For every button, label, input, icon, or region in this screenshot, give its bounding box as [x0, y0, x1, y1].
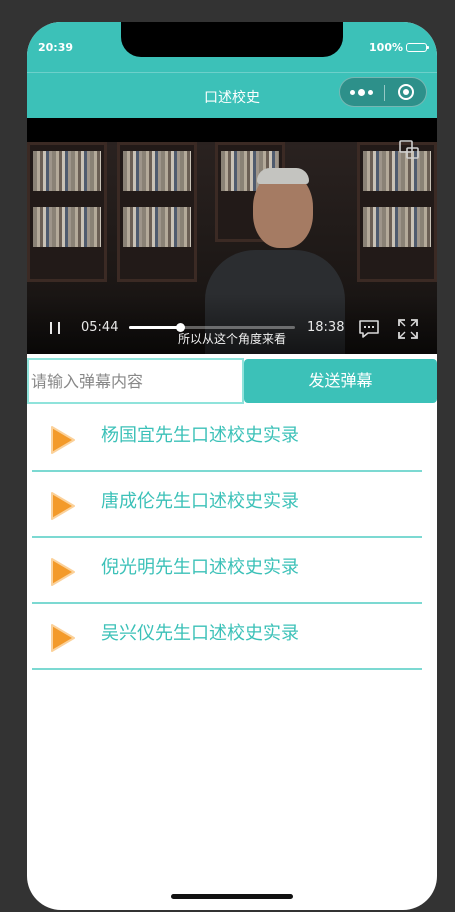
nav-divider	[27, 72, 437, 73]
status-battery: 100%	[369, 41, 429, 54]
play-icon	[51, 624, 75, 652]
phone-screen: 20:39 100% 口述校史 05:44 18:38 所以从这个角度来看 请输…	[27, 22, 437, 910]
notch	[121, 22, 343, 57]
speaker-hair	[257, 168, 309, 184]
top-bar: 20:39 100% 口述校史	[27, 22, 437, 118]
status-time: 20:39	[38, 41, 74, 54]
list-item[interactable]: 倪光明先生口述校史实录	[32, 538, 422, 604]
list-item-title: 唐成伦先生口述校史实录	[101, 491, 299, 512]
list-item-title: 倪光明先生口述校史实录	[101, 557, 299, 578]
bookshelf	[27, 142, 107, 282]
play-icon	[51, 558, 75, 586]
bookshelf	[357, 142, 437, 282]
progress-fill	[129, 326, 181, 329]
home-indicator	[171, 894, 293, 899]
capsule-separator	[384, 85, 385, 101]
play-icon	[51, 426, 75, 454]
list-item[interactable]: 杨国宜先生口述校史实录	[32, 406, 422, 472]
list-item-title: 吴兴仪先生口述校史实录	[101, 623, 299, 644]
bookshelf	[117, 142, 197, 282]
video-list: 杨国宜先生口述校史实录 唐成伦先生口述校史实录 倪光明先生口述校史实录 吴兴仪先…	[32, 406, 422, 670]
picture-in-picture-icon[interactable]	[399, 140, 419, 160]
video-player[interactable]: 05:44 18:38 所以从这个角度来看	[27, 118, 437, 354]
list-item[interactable]: 吴兴仪先生口述校史实录	[32, 604, 422, 670]
progress-slider[interactable]	[129, 323, 295, 332]
battery-percent: 100%	[369, 41, 403, 54]
more-dots-icon[interactable]	[350, 87, 376, 97]
list-item-title: 杨国宜先生口述校史实录	[101, 425, 299, 446]
mini-program-capsule	[339, 77, 427, 107]
video-subtitle: 所以从这个角度来看	[177, 332, 286, 346]
danmu-input[interactable]	[27, 358, 244, 404]
send-danmu-button[interactable]: 发送弹幕	[244, 359, 437, 403]
close-mini-program-icon[interactable]	[398, 84, 414, 100]
list-item[interactable]: 唐成伦先生口述校史实录	[32, 472, 422, 538]
battery-icon	[406, 43, 429, 52]
play-icon	[51, 492, 75, 520]
